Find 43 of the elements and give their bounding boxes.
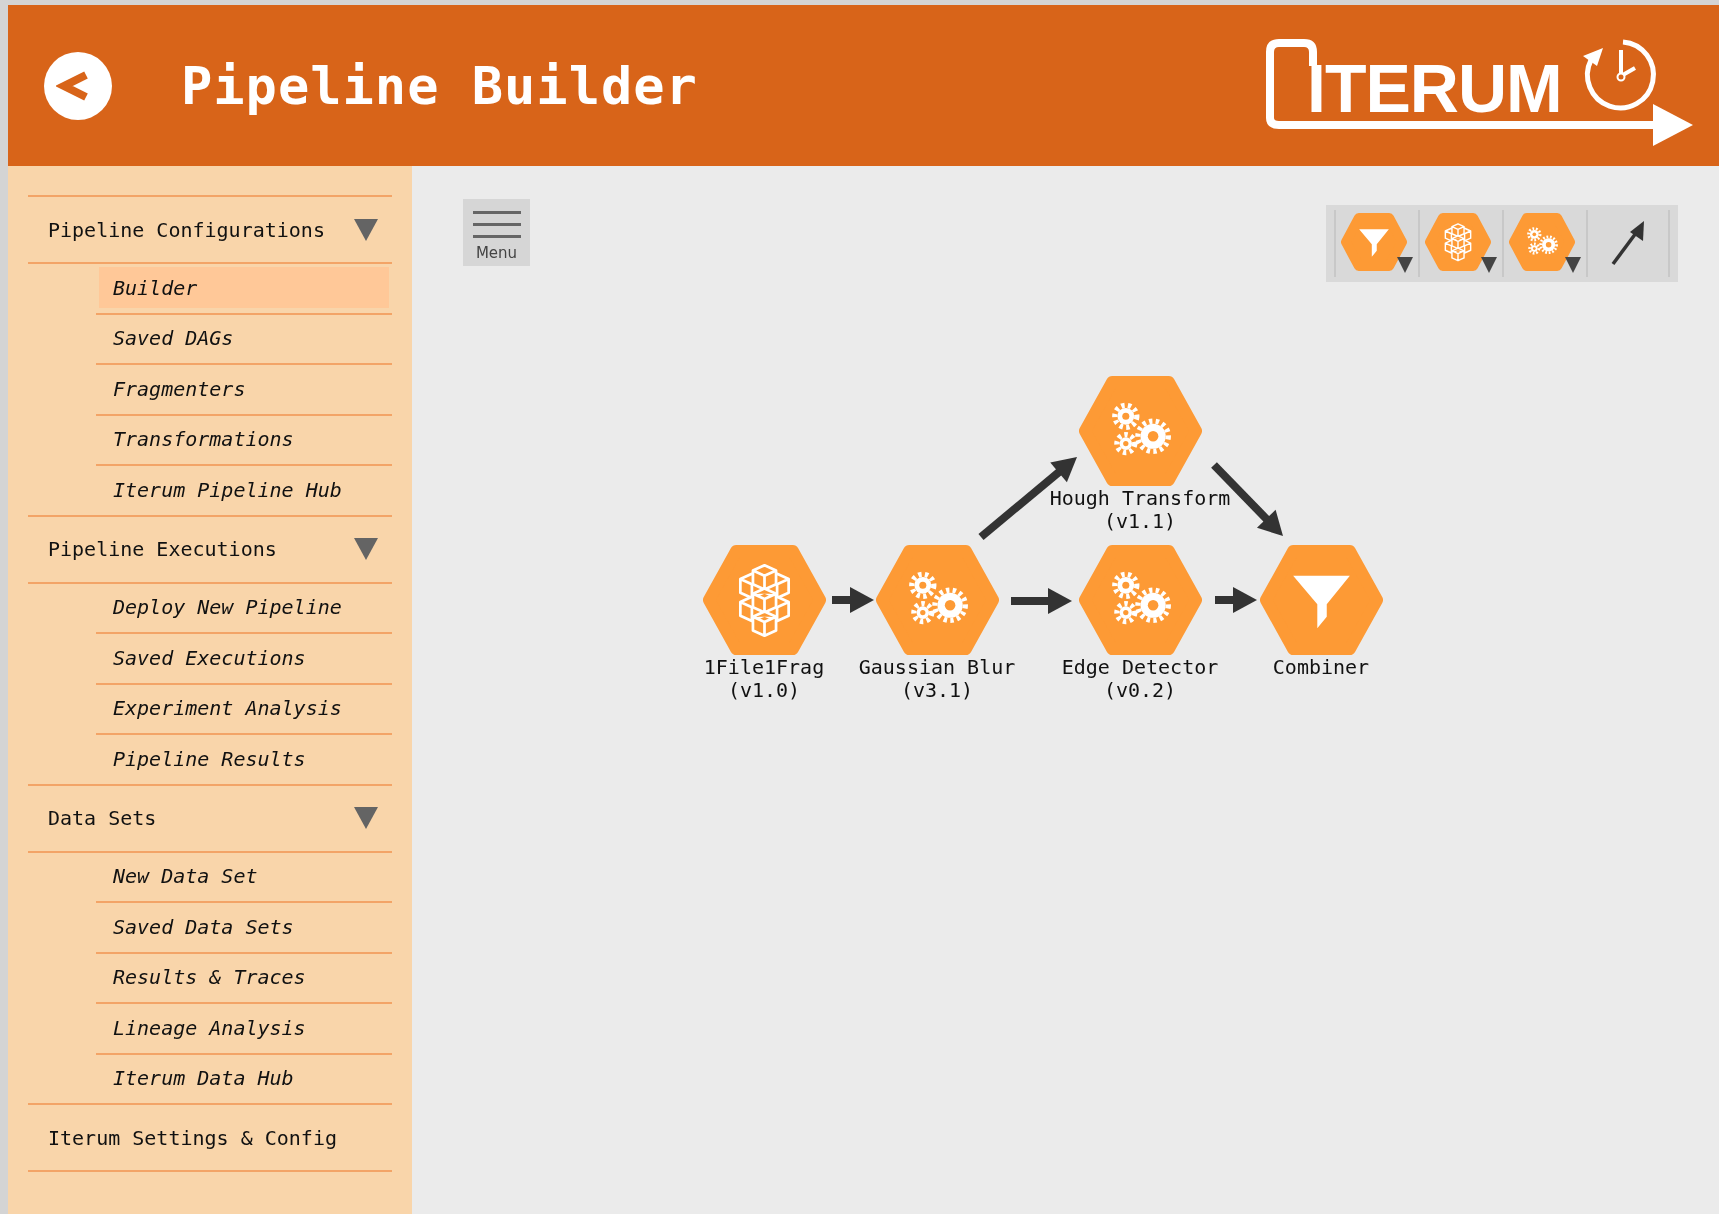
nav-item[interactable]: Saved Data Sets xyxy=(99,906,389,947)
section-header[interactable]: Data Sets xyxy=(48,806,157,830)
node-name: Gaussian Blur xyxy=(858,656,1016,679)
pipeline-node[interactable] xyxy=(1259,545,1383,655)
nav-item[interactable]: Lineage Analysis xyxy=(99,1007,389,1048)
caret-icon[interactable] xyxy=(354,807,378,829)
node-version: (v1.0) xyxy=(727,679,801,702)
funnel-icon xyxy=(1341,212,1413,275)
caret-icon[interactable] xyxy=(354,218,378,241)
menu-button[interactable]: Menu xyxy=(463,199,530,266)
nav-item[interactable]: Experiment Analysis xyxy=(99,687,389,729)
arrow-tool-button[interactable] xyxy=(1586,210,1670,277)
gears-icon xyxy=(1509,212,1581,275)
node-version: (v0.2) xyxy=(1103,679,1177,702)
cubes-icon xyxy=(1425,212,1497,275)
nav-item[interactable]: Iterum Data Hub xyxy=(99,1057,389,1099)
nav-item[interactable]: Deploy New Pipeline xyxy=(99,586,389,628)
nav-item[interactable]: Results & Traces xyxy=(99,956,389,998)
nav-item[interactable]: Saved Executions xyxy=(99,637,389,678)
caret-icon[interactable] xyxy=(354,538,378,560)
node-name: Edge Detector xyxy=(1061,656,1219,679)
node-name: Combiner xyxy=(1272,656,1370,679)
node-name: Hough Transform xyxy=(1049,487,1231,510)
pipeline-node[interactable] xyxy=(1078,376,1202,486)
nav-item[interactable]: Saved DAGs xyxy=(99,317,389,359)
node-version: (v1.1) xyxy=(1103,510,1177,533)
nav-item[interactable]: Builder xyxy=(99,267,389,308)
nav-item[interactable]: New Data Set xyxy=(99,855,389,897)
page-title: Pipeline Builder xyxy=(181,55,698,116)
section-header[interactable]: Pipeline Executions xyxy=(48,537,277,561)
nav-item[interactable]: Iterum Pipeline Hub xyxy=(99,469,389,510)
node-name: 1File1Frag xyxy=(703,656,825,679)
logo-text: ITERUM xyxy=(1307,54,1562,122)
menu-icon xyxy=(472,209,521,240)
section-header[interactable]: Pipeline Configurations xyxy=(48,217,325,242)
pipeline-node[interactable] xyxy=(875,545,999,655)
section-header[interactable]: Iterum Settings & Config xyxy=(48,1125,337,1150)
nav-item[interactable]: Transformations xyxy=(99,418,389,460)
nav-item[interactable]: Pipeline Results xyxy=(99,738,389,779)
node-version: (v3.1) xyxy=(900,679,974,702)
pipeline-node[interactable] xyxy=(1078,545,1202,655)
pipeline-node[interactable] xyxy=(702,545,826,655)
nav-item[interactable]: Fragmenters xyxy=(99,368,389,409)
